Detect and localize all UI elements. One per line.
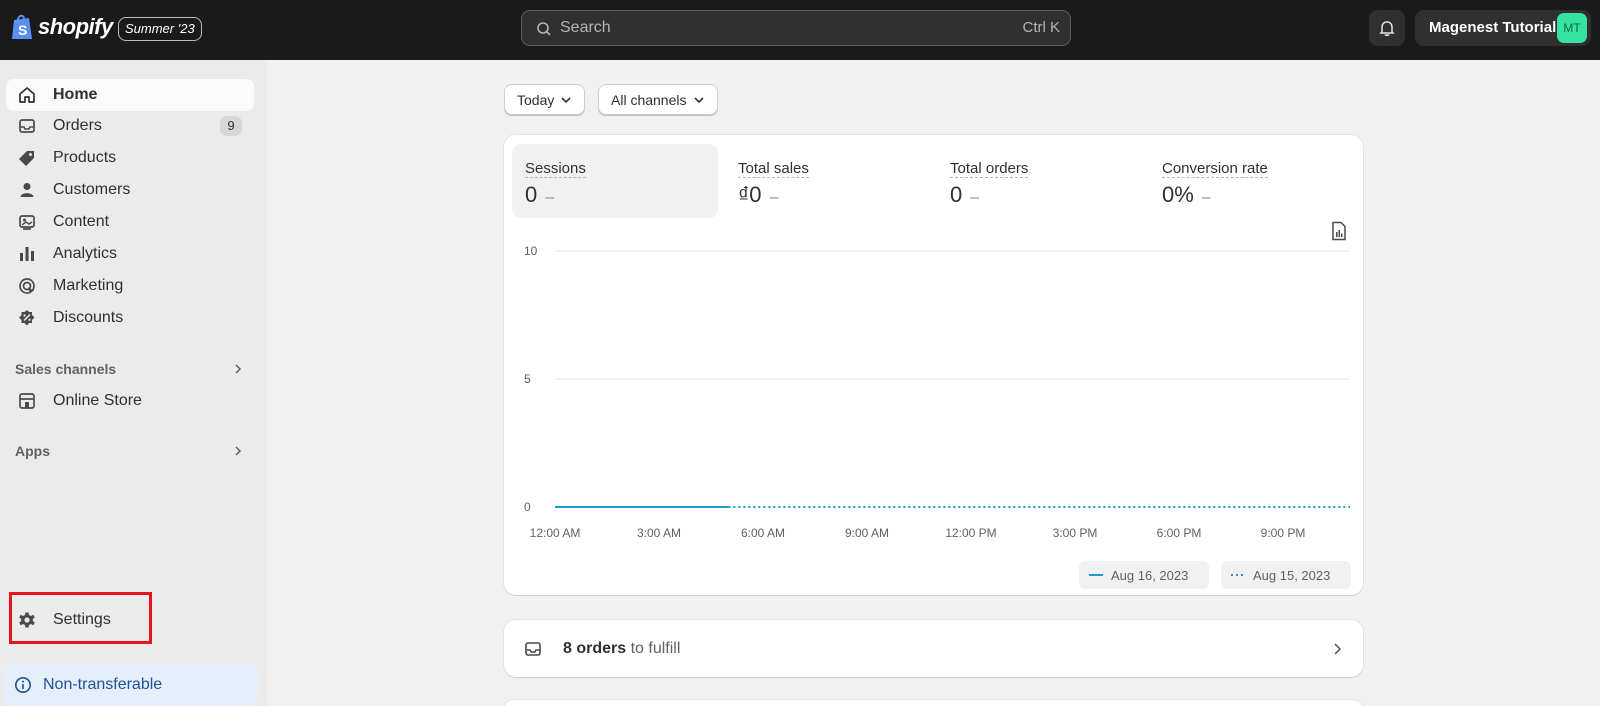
export-report-icon[interactable] — [1330, 221, 1348, 241]
orders-count-badge: 9 — [220, 116, 242, 136]
metric-label: Conversion rate — [1162, 160, 1268, 178]
sidebar-item-label: Marketing — [53, 277, 124, 294]
info-icon — [15, 676, 31, 693]
avatar: MT — [1557, 13, 1587, 43]
brand-name: shopify — [38, 14, 113, 39]
sidebar-item-orders[interactable]: Orders 9 — [6, 110, 254, 142]
inbox-icon — [525, 642, 541, 656]
metric-conversion-rate[interactable]: Conversion rate 0% – — [1149, 144, 1355, 218]
search-placeholder: Search — [560, 19, 611, 36]
date-filter-label: Today — [517, 91, 555, 108]
sidebar-item-home[interactable]: Home — [6, 79, 254, 111]
search-shortcut: Ctrl K — [1022, 19, 1061, 36]
sidebar-item-label: Content — [53, 213, 110, 230]
search-icon — [537, 22, 551, 36]
account-name: Magenest Tutorial — [1429, 19, 1557, 36]
apps-heading[interactable]: Apps — [15, 443, 50, 459]
chevron-down-icon — [561, 96, 571, 103]
notifications-button[interactable] — [1369, 10, 1405, 46]
sidebar-item-discounts[interactable]: Discounts — [6, 302, 254, 334]
sidebar-item-label: Home — [53, 86, 98, 103]
metric-total-orders[interactable]: Total orders 0– — [937, 144, 1143, 218]
gear-icon — [17, 610, 37, 630]
search-input[interactable]: Search Ctrl K — [521, 10, 1071, 46]
non-transferable-notice[interactable]: Non-transferable — [4, 663, 258, 706]
sidebar-item-content[interactable]: Content — [6, 206, 254, 238]
tag-icon — [17, 148, 37, 168]
sidebar-item-label: Customers — [53, 181, 131, 198]
sidebar-item-online-store[interactable]: Online Store — [6, 385, 254, 417]
metric-label: Total sales — [738, 160, 809, 178]
sidebar-item-label: Settings — [53, 611, 111, 628]
metric-label: Total orders — [950, 160, 1029, 178]
sidebar-item-label: Online Store — [53, 392, 142, 409]
orders-to-fulfill-text: 8 orders to fulfill — [563, 640, 680, 658]
inbox-icon — [17, 116, 37, 136]
chevron-down-icon — [693, 96, 704, 103]
legend-item-current: Aug 16, 2023 — [1079, 561, 1209, 589]
legend-dotted-swatch — [1231, 574, 1245, 576]
fulfill-count: 8 orders — [563, 640, 627, 657]
edition-badge[interactable]: Summer '23 — [118, 17, 202, 41]
sidebar-item-label: Discounts — [53, 309, 124, 326]
top-bar: S shopify Summer '23 Search Ctrl K Magen… — [0, 0, 1600, 60]
person-icon — [17, 180, 37, 200]
metric-sessions[interactable]: Sessions 0– — [512, 144, 718, 218]
metric-total-sales[interactable]: Total sales ₫0– — [725, 144, 931, 218]
sidebar-item-label: Orders — [53, 117, 102, 134]
sidebar-item-products[interactable]: Products — [6, 142, 254, 174]
legend-label: Aug 15, 2023 — [1253, 567, 1331, 583]
channel-filter-button[interactable]: All channels — [598, 84, 718, 115]
fulfill-rest: to fulfill — [626, 640, 681, 657]
target-icon — [17, 276, 37, 296]
shopify-bag-icon: S — [12, 14, 32, 39]
legend-label: Aug 16, 2023 — [1111, 567, 1189, 583]
sidebar-item-label: Analytics — [53, 245, 118, 262]
legend-solid-swatch — [1089, 574, 1103, 576]
discount-icon — [17, 308, 37, 328]
account-menu[interactable]: Magenest Tutorial MT — [1415, 10, 1591, 46]
date-filter-button[interactable]: Today — [504, 84, 586, 115]
metric-label: Sessions — [525, 160, 586, 178]
sidebar-item-settings[interactable]: Settings — [6, 604, 111, 636]
shopify-logo[interactable]: S shopify — [10, 13, 113, 41]
metric-value: 0– — [950, 182, 980, 207]
sales-channels-heading[interactable]: Sales channels — [15, 361, 116, 377]
svg-text:S: S — [18, 22, 27, 38]
sidebar-item-label: Products — [53, 149, 117, 166]
store-icon — [17, 391, 37, 411]
chevron-right-icon[interactable] — [233, 363, 243, 375]
bell-icon — [1379, 21, 1395, 36]
metric-value: ₫0– — [738, 182, 779, 207]
channel-filter-label: All channels — [611, 91, 687, 108]
next-card — [504, 700, 1363, 706]
sidebar-item-analytics[interactable]: Analytics — [6, 238, 254, 270]
non-transferable-label: Non-transferable — [43, 675, 163, 693]
chevron-right-icon[interactable] — [233, 445, 243, 457]
chevron-right-icon[interactable] — [1331, 642, 1343, 656]
home-icon — [17, 85, 37, 105]
legend-item-previous: Aug 15, 2023 — [1221, 561, 1351, 589]
image-icon — [17, 212, 37, 232]
sidebar-item-marketing[interactable]: Marketing — [6, 270, 254, 302]
bar-chart-icon — [17, 244, 37, 264]
sidebar-item-customers[interactable]: Customers — [6, 174, 254, 206]
metric-value: 0% – — [1162, 182, 1211, 207]
metric-value: 0– — [525, 182, 555, 207]
